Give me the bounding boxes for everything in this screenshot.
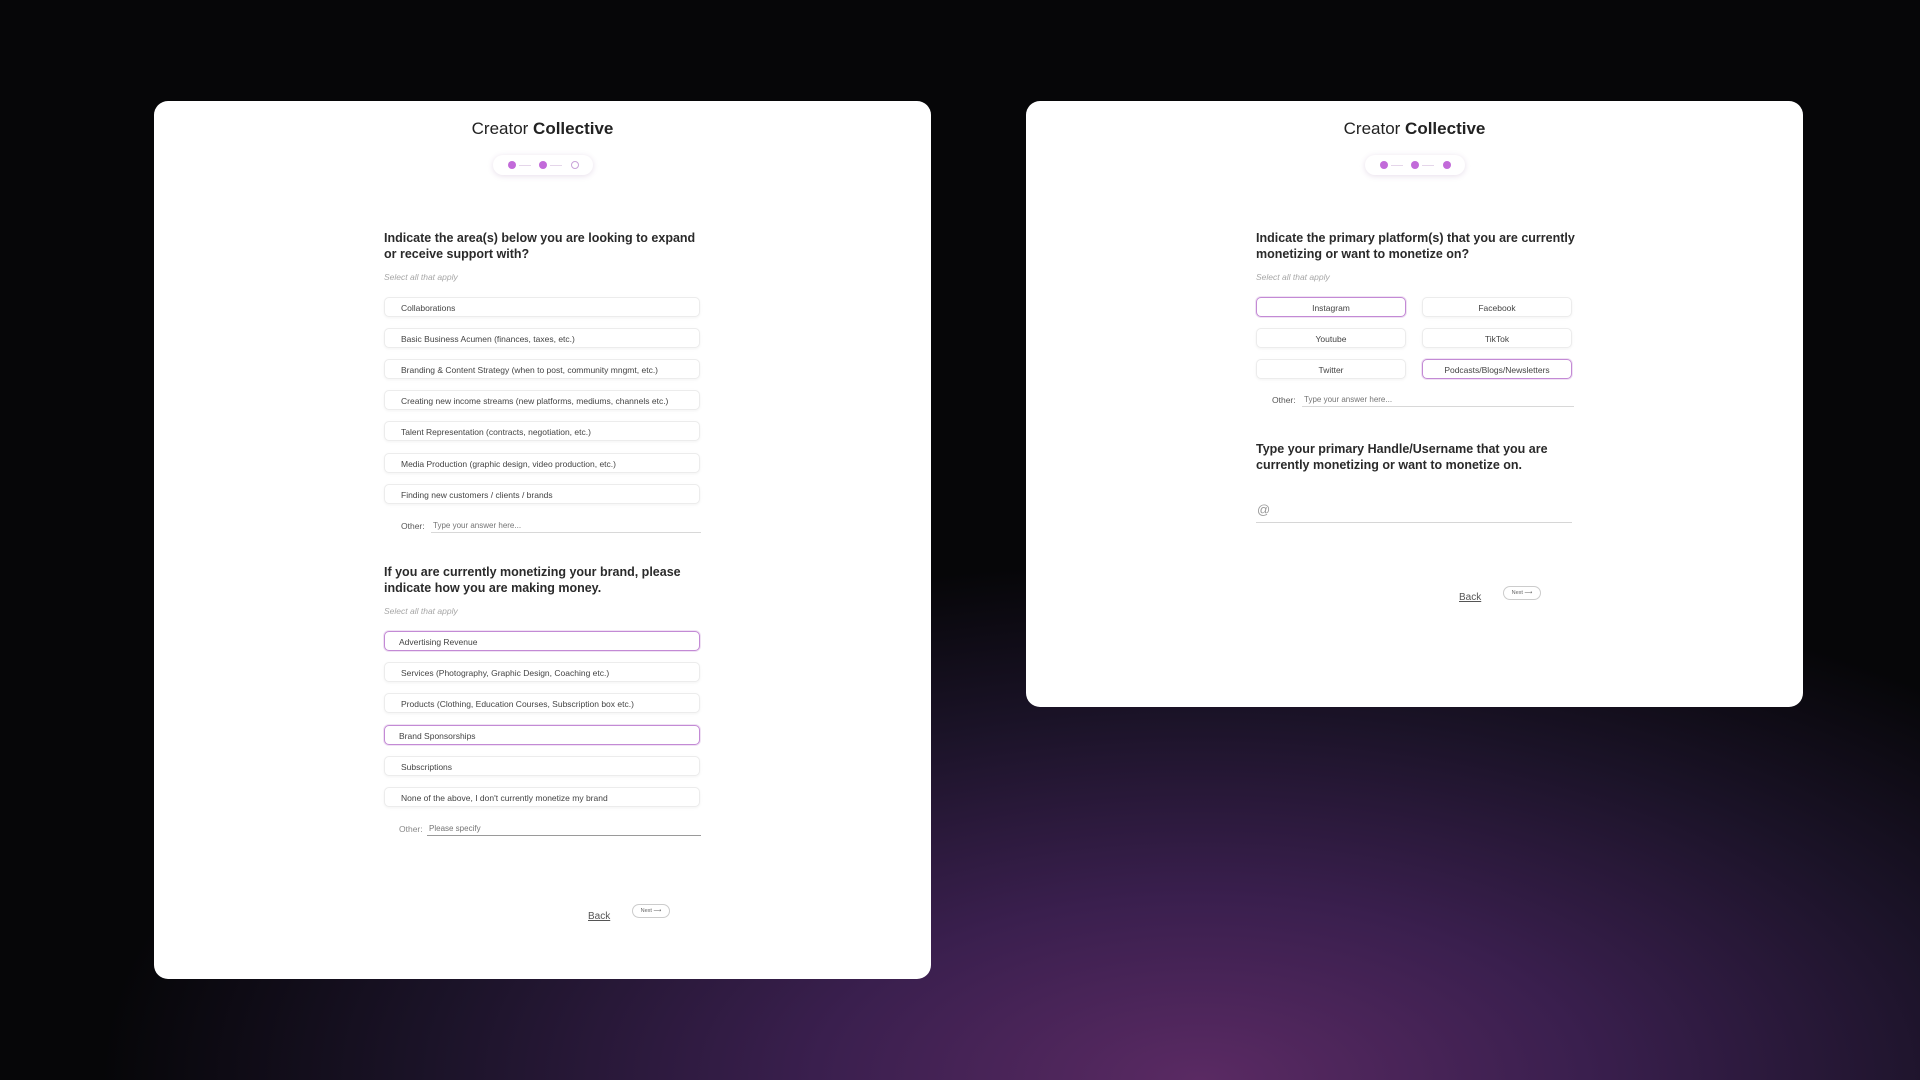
option-branding-strategy[interactable]: Branding & Content Strategy (when to pos… bbox=[384, 359, 700, 379]
brand-logo: Creator Collective bbox=[1026, 119, 1803, 139]
back-link[interactable]: Back bbox=[588, 911, 610, 922]
brand-bold: Collective bbox=[533, 119, 614, 138]
other-label: Other: bbox=[1272, 395, 1296, 405]
option-subscriptions[interactable]: Subscriptions bbox=[384, 756, 700, 776]
platform-podcasts-blogs[interactable]: Podcasts/Blogs/Newsletters bbox=[1422, 359, 1572, 379]
platform-instagram[interactable]: Instagram bbox=[1256, 297, 1406, 317]
other-monetization-input[interactable] bbox=[427, 821, 701, 836]
option-talent-representation[interactable]: Talent Representation (contracts, negoti… bbox=[384, 421, 700, 441]
option-products[interactable]: Products (Clothing, Education Courses, S… bbox=[384, 693, 700, 713]
other-label: Other: bbox=[399, 824, 423, 834]
question-monetization: If you are currently monetizing your bra… bbox=[384, 565, 681, 595]
brand-bold: Collective bbox=[1405, 119, 1486, 138]
step-1-dot bbox=[507, 161, 516, 169]
at-symbol: @ bbox=[1257, 502, 1271, 517]
next-button[interactable]: Next ⟶ bbox=[1503, 586, 1541, 600]
back-link[interactable]: Back bbox=[1459, 592, 1481, 603]
progress-stepper bbox=[492, 155, 593, 175]
option-advertising-revenue[interactable]: Advertising Revenue bbox=[384, 631, 700, 651]
other-label: Other: bbox=[401, 521, 425, 531]
platform-facebook[interactable]: Facebook bbox=[1422, 297, 1572, 317]
form-card-step-2: Creator Collective Indicate the area(s) … bbox=[154, 101, 931, 979]
step-connector bbox=[1390, 165, 1403, 166]
other-platform-input[interactable] bbox=[1302, 392, 1574, 407]
handle-field: @ bbox=[1256, 496, 1572, 523]
form-card-step-3: Creator Collective Indicate the primary … bbox=[1026, 101, 1803, 707]
handle-input[interactable] bbox=[1276, 502, 1570, 520]
question-support-areas: Indicate the area(s) below you are looki… bbox=[384, 231, 696, 261]
step-connector bbox=[518, 165, 531, 166]
option-none[interactable]: None of the above, I don't currently mon… bbox=[384, 787, 700, 807]
option-income-streams[interactable]: Creating new income streams (new platfor… bbox=[384, 390, 700, 410]
question-handle: Type your primary Handle/Username that y… bbox=[1256, 442, 1548, 472]
option-brand-sponsorships[interactable]: Brand Sponsorships bbox=[384, 725, 700, 745]
step-1-dot bbox=[1379, 161, 1388, 169]
step-2-dot bbox=[1410, 161, 1419, 169]
select-all-hint: Select all that apply bbox=[384, 272, 458, 282]
question-platforms: Indicate the primary platform(s) that yo… bbox=[1256, 231, 1575, 261]
brand-logo: Creator Collective bbox=[154, 119, 931, 139]
platform-tiktok[interactable]: TikTok bbox=[1422, 328, 1572, 348]
step-3-dot bbox=[570, 161, 579, 169]
option-business-acumen[interactable]: Basic Business Acumen (finances, taxes, … bbox=[384, 328, 700, 348]
step-connector bbox=[1421, 165, 1434, 166]
brand-light: Creator bbox=[1343, 119, 1401, 138]
option-collaborations[interactable]: Collaborations bbox=[384, 297, 700, 317]
select-all-hint: Select all that apply bbox=[384, 606, 458, 616]
progress-stepper bbox=[1364, 155, 1465, 175]
step-3-dot bbox=[1442, 161, 1451, 169]
option-media-production[interactable]: Media Production (graphic design, video … bbox=[384, 453, 700, 473]
other-support-input[interactable] bbox=[431, 518, 701, 533]
select-all-hint: Select all that apply bbox=[1256, 272, 1330, 282]
step-connector bbox=[549, 165, 562, 166]
option-finding-customers[interactable]: Finding new customers / clients / brands bbox=[384, 484, 700, 504]
option-services[interactable]: Services (Photography, Graphic Design, C… bbox=[384, 662, 700, 682]
platform-twitter[interactable]: Twitter bbox=[1256, 359, 1406, 379]
brand-light: Creator bbox=[471, 119, 529, 138]
next-button[interactable]: Next ⟶ bbox=[632, 904, 670, 918]
platform-youtube[interactable]: Youtube bbox=[1256, 328, 1406, 348]
step-2-dot bbox=[538, 161, 547, 169]
